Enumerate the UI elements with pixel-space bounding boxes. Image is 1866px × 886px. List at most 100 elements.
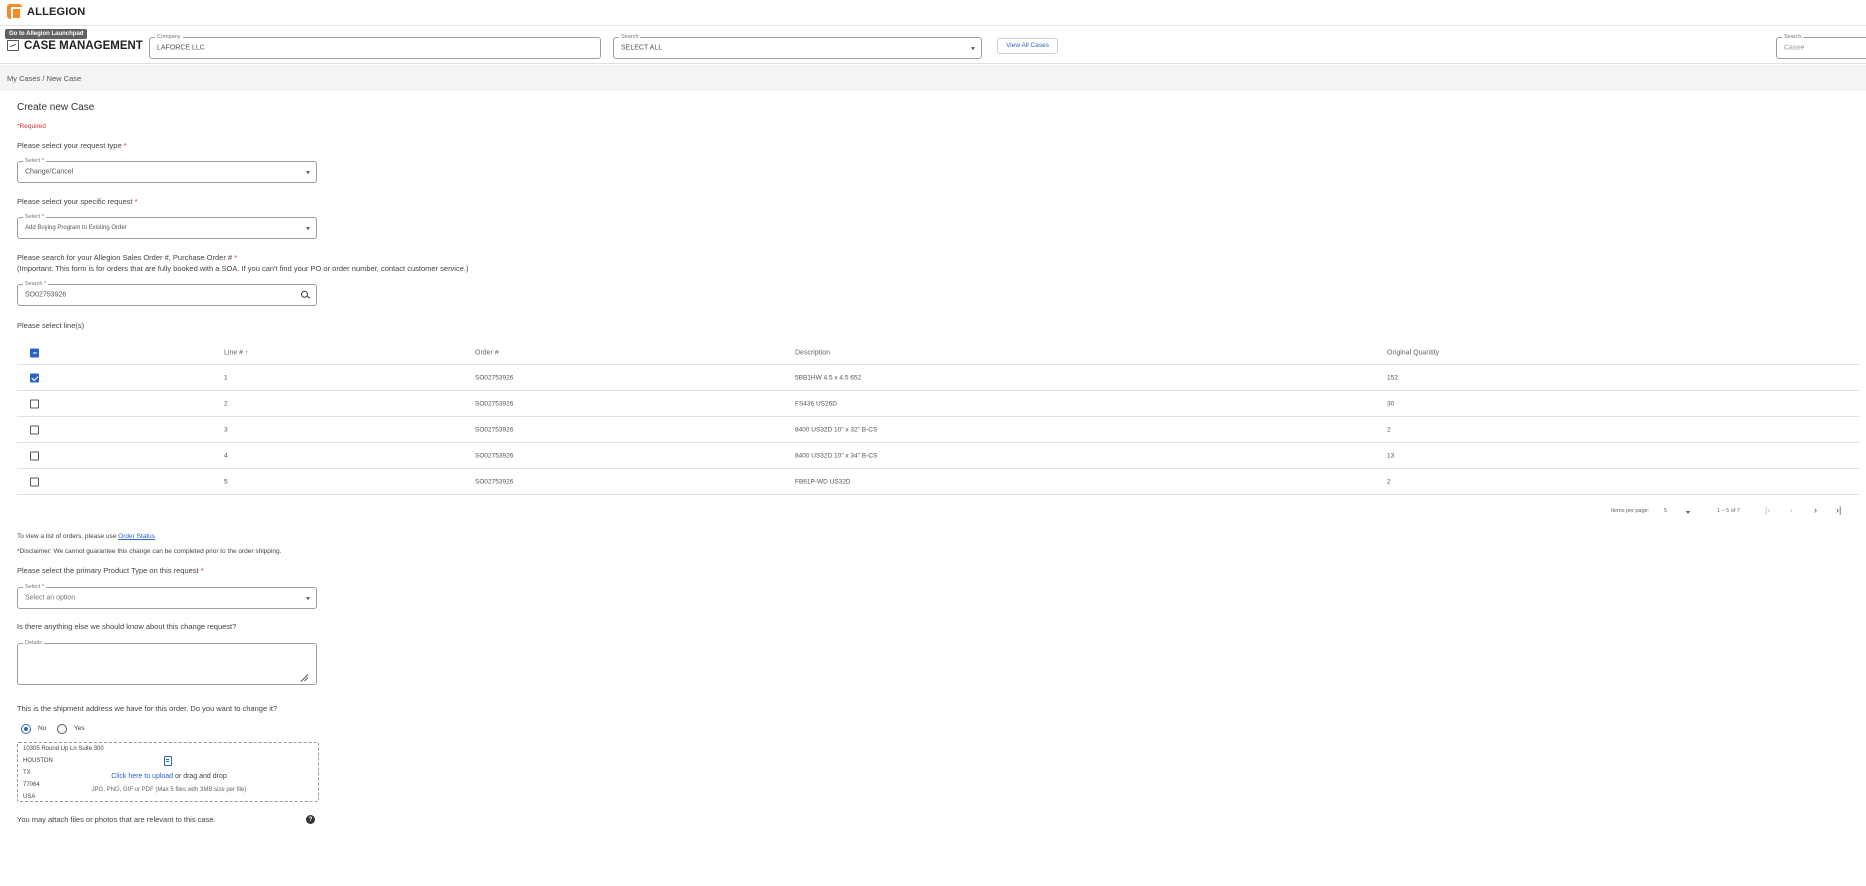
- select-lines-label: Please select line(s): [17, 321, 85, 330]
- address-no-radio[interactable]: [21, 724, 31, 734]
- search-icon[interactable]: [301, 290, 308, 298]
- header-quantity[interactable]: Original Quantity: [1387, 349, 1439, 356]
- order-status-text: To view a list of orders, please use Ord…: [17, 533, 156, 540]
- table-row[interactable]: 5 SO02753926 FB61P-WD US32D 2: [17, 469, 1859, 495]
- table-row[interactable]: 4 SO02753926 8400 US32D 10" x 34" B-CS 1…: [17, 443, 1859, 469]
- row-checkbox[interactable]: [30, 373, 39, 382]
- cell-description: 8400 US32D 10" x 34" B-CS: [795, 452, 878, 459]
- order-search-input[interactable]: Search * SO02753926: [17, 280, 317, 306]
- address-yes-label[interactable]: Yes: [74, 725, 85, 732]
- cell-quantity: 152: [1387, 374, 1398, 381]
- page-title: Create new Case: [17, 102, 95, 113]
- chevron-down-icon: [306, 597, 310, 601]
- attach-label: You may attach files or photos that are …: [17, 815, 216, 824]
- row-checkbox[interactable]: [30, 425, 39, 434]
- product-type-select[interactable]: Select * Select an option: [17, 583, 317, 609]
- row-checkbox[interactable]: [30, 451, 39, 460]
- details-question: Is there anything else we should know ab…: [17, 622, 237, 631]
- specific-request-label: Select *: [23, 213, 46, 221]
- case-search-placeholder: Case#: [1784, 44, 1805, 52]
- order-search-value: SO02753926: [25, 291, 67, 299]
- cell-quantity: 30: [1387, 400, 1395, 407]
- cell-line: 2: [224, 400, 228, 407]
- cell-description: FB61P-WD US32D: [795, 478, 851, 485]
- first-page-icon[interactable]: |‹: [1765, 505, 1770, 515]
- product-type-label: Select *: [23, 583, 46, 591]
- product-type-question: Please select the primary Product Type o…: [17, 566, 204, 575]
- header-order[interactable]: Order #: [475, 349, 499, 356]
- previous-page-icon[interactable]: ‹: [1790, 505, 1793, 515]
- company-value: LAFORCE LLC: [157, 44, 205, 52]
- table-row[interactable]: 1 SO02753926 5BB1HW 4.5 x 4.5 652 152: [17, 365, 1859, 391]
- cell-order: SO02753926: [475, 400, 514, 407]
- address-no-label[interactable]: No: [38, 725, 46, 732]
- specific-request-question: Please select your specific request *: [17, 197, 138, 206]
- cell-description: FS436 US26D: [795, 400, 837, 407]
- order-search-label: Search *: [23, 280, 49, 288]
- launchpad-tooltip: Go to Allegion Launchpad: [5, 29, 88, 39]
- last-page-icon[interactable]: ›|: [1836, 505, 1841, 515]
- brand-name: ALLEGION: [27, 5, 86, 18]
- cell-quantity: 2: [1387, 426, 1391, 433]
- row-checkbox[interactable]: [30, 477, 39, 486]
- address-yes-radio[interactable]: [57, 724, 67, 734]
- app-bar: Go to Allegion Launchpad CASE MANAGEMENT…: [0, 26, 1866, 64]
- product-type-placeholder: Select an option: [25, 594, 76, 602]
- view-all-cases-button[interactable]: View All Cases: [997, 38, 1058, 54]
- allegion-logo-icon: [7, 4, 22, 20]
- upload-hint: JPG, PNG, GIF or PDF (Max 5 files with 3…: [91, 787, 247, 793]
- cell-order: SO02753926: [475, 374, 514, 381]
- allegion-logo[interactable]: ALLEGION: [7, 4, 86, 20]
- details-textarea[interactable]: Details: [17, 639, 317, 685]
- next-page-icon[interactable]: ›: [1814, 505, 1817, 515]
- cell-line: 4: [224, 452, 228, 459]
- select-all-checkbox[interactable]: [30, 348, 39, 357]
- file-upload-icon: [164, 756, 172, 766]
- row-checkbox[interactable]: [30, 399, 39, 408]
- cell-order: SO02753926: [475, 426, 514, 433]
- cell-order: SO02753926: [475, 478, 514, 485]
- specific-request-select[interactable]: Select * Add Buying Program to Existing …: [17, 213, 317, 239]
- case-management-icon: [7, 40, 19, 51]
- case-search-input[interactable]: Search Case#: [1776, 33, 1866, 59]
- request-type-label: Select *: [23, 157, 46, 165]
- file-dropzone[interactable]: Click here to upload or drag and drop JP…: [17, 742, 319, 802]
- upload-link[interactable]: Click here to upload: [111, 773, 173, 780]
- items-per-page-label: Items per page:: [1611, 508, 1650, 514]
- cell-quantity: 2: [1387, 478, 1391, 485]
- search-filter-label: Search: [619, 33, 641, 41]
- request-type-value: Change/Cancel: [25, 168, 74, 176]
- details-label: Details: [23, 639, 44, 647]
- search-filter-value: SELECT ALL: [621, 44, 663, 52]
- header-line[interactable]: Line # ↑: [224, 349, 249, 356]
- chevron-down-icon: [971, 47, 975, 51]
- cell-order: SO02753926: [475, 452, 514, 459]
- order-search-question: Please search for your Allegion Sales Or…: [17, 253, 238, 262]
- request-type-question: Please select your request type *: [17, 141, 127, 150]
- table-row[interactable]: 3 SO02753926 8400 US32D 10" x 32" B-CS 2: [17, 417, 1859, 443]
- cell-quantity: 13: [1387, 452, 1395, 459]
- chevron-down-icon: [1686, 511, 1690, 514]
- disclaimer: *Disclaimer: We cannot guarantee this ch…: [17, 548, 282, 555]
- table-row[interactable]: 2 SO02753926 FS436 US26D 30: [17, 391, 1859, 417]
- breadcrumb[interactable]: My Cases / New Case: [7, 74, 81, 83]
- required-note: *Required: [17, 123, 46, 130]
- top-bar: ALLEGION: [0, 0, 1866, 26]
- table-header-row: Line # ↑ Order # Description Original Qu…: [17, 341, 1859, 365]
- address-question: This is the shipment address we have for…: [17, 704, 278, 713]
- cell-line: 5: [224, 478, 228, 485]
- items-per-page-select[interactable]: 5: [1664, 508, 1667, 514]
- chevron-down-icon: [306, 171, 310, 175]
- company-label: Company: [155, 33, 183, 41]
- request-type-select[interactable]: Select * Change/Cancel: [17, 157, 317, 183]
- order-search-note: (Important: This form is for orders that…: [17, 264, 469, 273]
- breadcrumb-bar: My Cases / New Case: [0, 65, 1866, 91]
- help-icon[interactable]: ?: [306, 815, 315, 824]
- search-filter-select[interactable]: Search SELECT ALL: [613, 33, 982, 59]
- page-range: 1 – 5 of 7: [1717, 508, 1740, 514]
- cell-description: 8400 US32D 10" x 32" B-CS: [795, 426, 878, 433]
- header-description[interactable]: Description: [795, 349, 830, 356]
- order-status-link[interactable]: Order Status: [118, 533, 155, 540]
- company-field[interactable]: Company LAFORCE LLC: [149, 33, 601, 59]
- resize-handle-icon[interactable]: [300, 670, 308, 678]
